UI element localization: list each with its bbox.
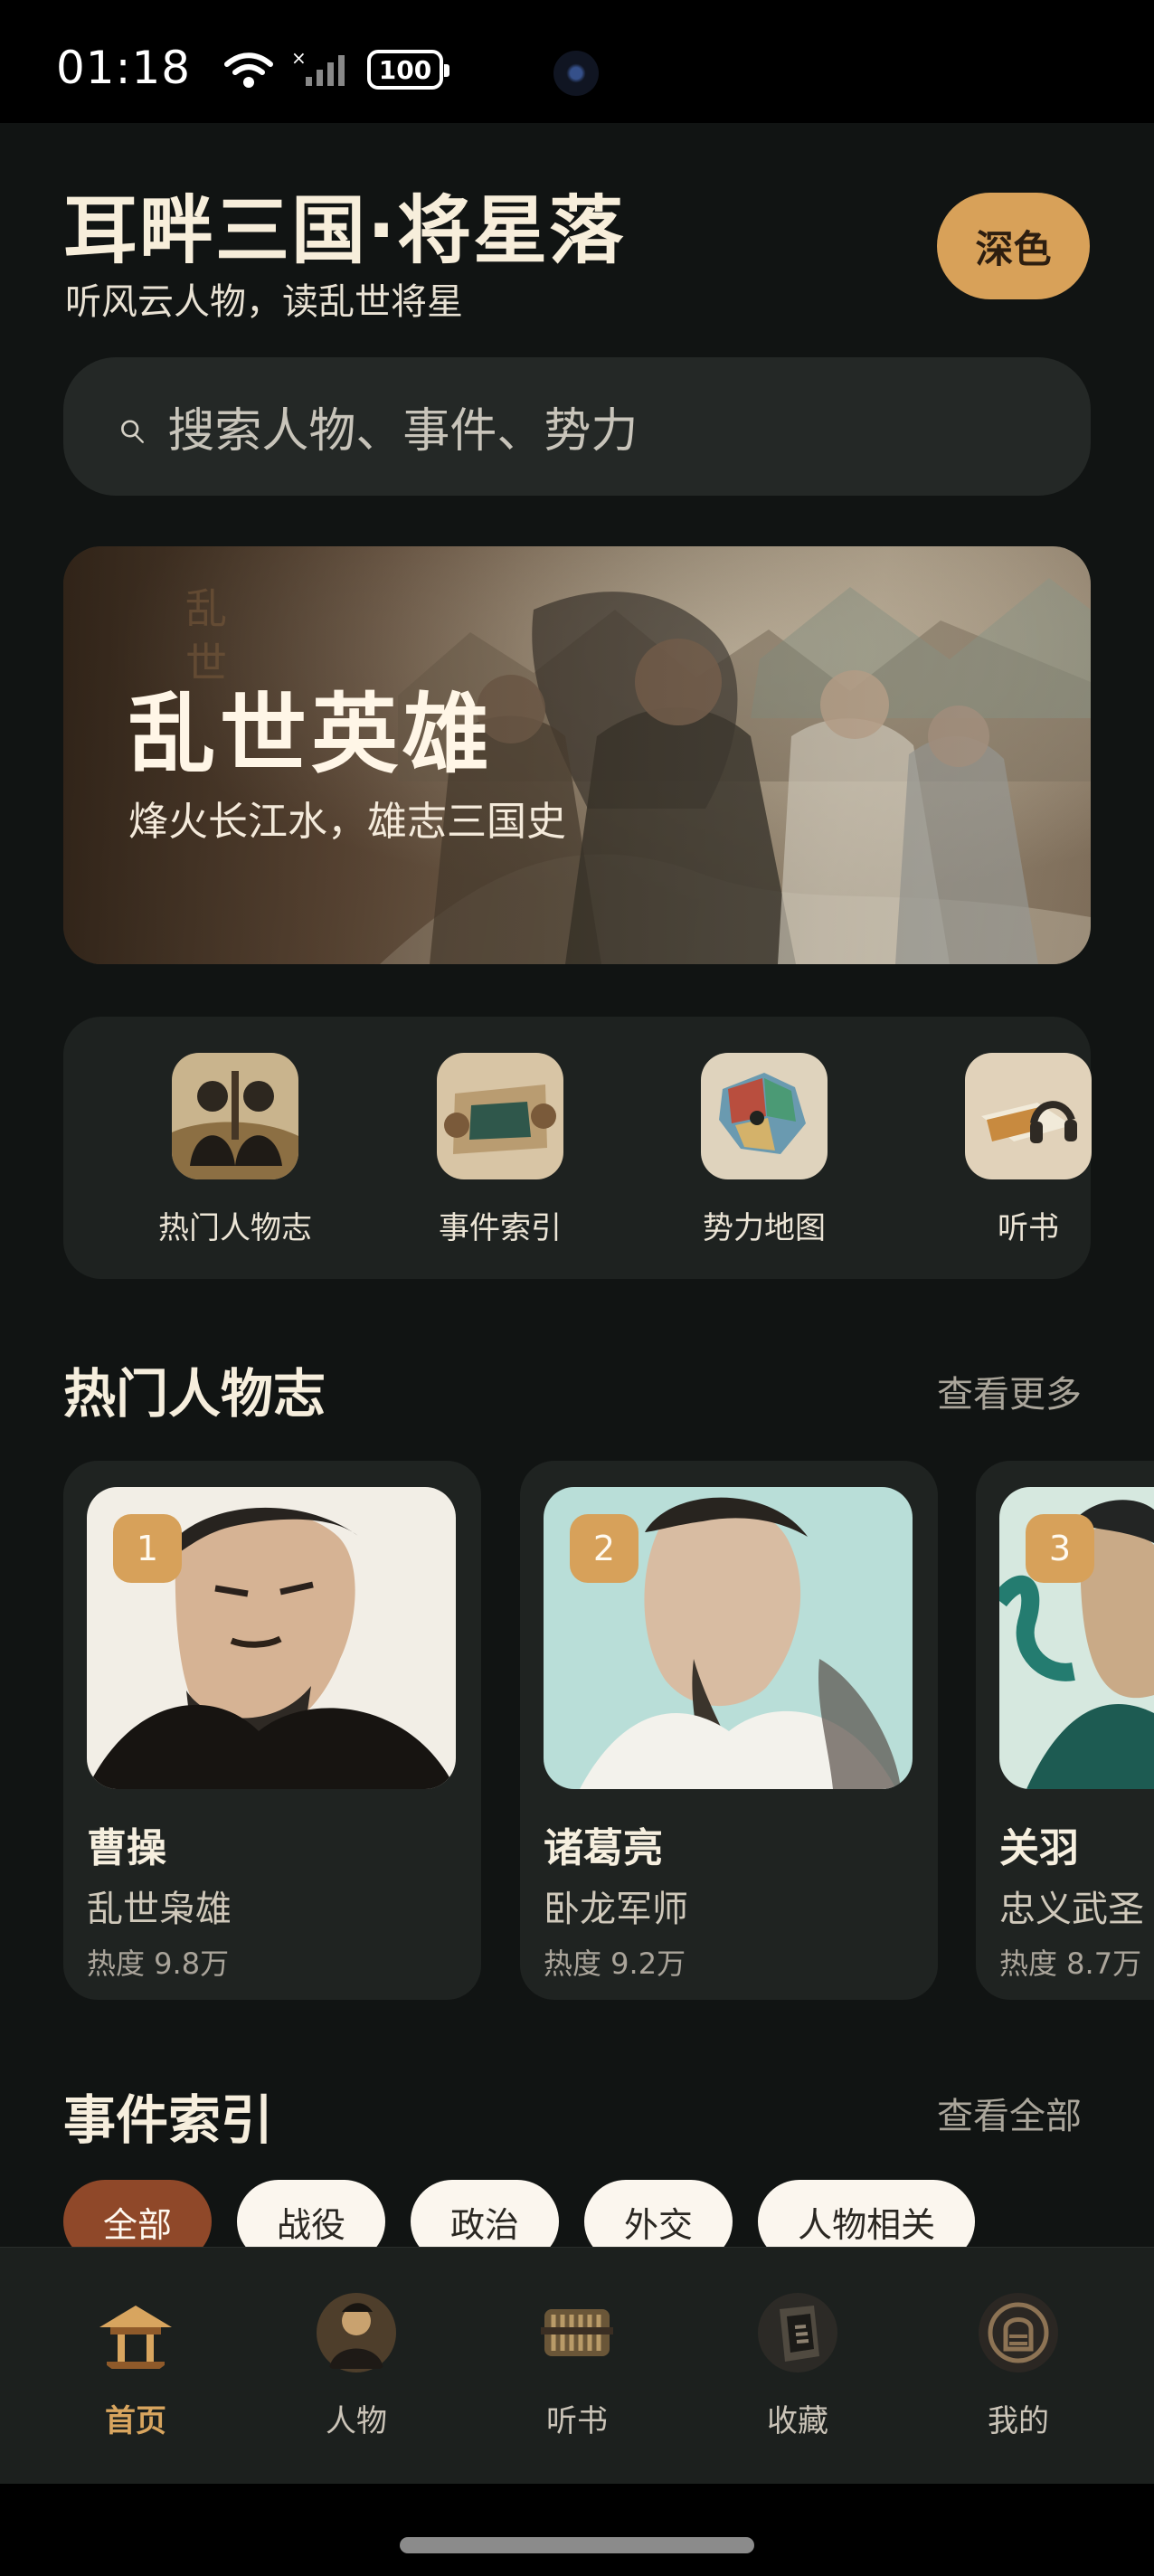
quick-link-event-index[interactable]: 事件索引 — [383, 1053, 618, 1252]
quick-link-label: 事件索引 — [439, 1210, 562, 1246]
pavilion-icon — [92, 2289, 179, 2376]
battery-level: 100 — [378, 54, 432, 85]
person-name: 诸葛亮 — [544, 1825, 663, 1871]
signal-icon: × — [291, 50, 345, 86]
wifi-icon — [224, 52, 273, 88]
hero-title: 乱世英雄 — [128, 684, 494, 785]
nav-people[interactable]: 人物 — [284, 2289, 429, 2443]
person-card-guanyu[interactable]: 3 关羽 忠义武圣 热度 8.7万 — [976, 1461, 1154, 2000]
portrait-duo-icon — [172, 1053, 298, 1179]
nav-label: 人物 — [326, 2403, 387, 2439]
status-icons: × 100 — [222, 47, 449, 92]
scroll-icon — [437, 1053, 563, 1179]
events-view-all-link[interactable]: 查看全部 — [937, 2087, 1082, 2139]
rank-badge: 1 — [113, 1514, 182, 1583]
search-icon: ⌕ — [116, 396, 145, 456]
quick-link-label: 听书 — [998, 1210, 1059, 1246]
quick-link-label: 势力地图 — [703, 1210, 826, 1246]
person-name: 关羽 — [999, 1825, 1079, 1871]
app-title: 耳畔三国·将星落 — [63, 188, 626, 274]
rank-badge: 3 — [1026, 1514, 1094, 1583]
person-name: 曹操 — [87, 1825, 166, 1871]
quick-link-label: 热门人物志 — [158, 1210, 312, 1246]
seal-profile-icon — [975, 2289, 1062, 2376]
system-navigation-bar — [0, 2484, 1154, 2576]
person-heat: 热度 8.7万 — [999, 1946, 1142, 1981]
battery-indicator: 100 — [367, 50, 449, 90]
hero-art-text-1: 乱 — [185, 584, 227, 633]
headphones-book-icon — [965, 1053, 1092, 1179]
person-title: 卧龙军师 — [544, 1889, 688, 1930]
nav-label: 我的 — [988, 2403, 1049, 2439]
popular-section-title: 热门人物志 — [63, 1363, 326, 1425]
bottom-navigation: 首页 人物 听书 收藏 我的 — [0, 2247, 1154, 2484]
search-input[interactable]: ⌕ 搜索人物、事件、势力 — [63, 357, 1091, 496]
nav-home[interactable]: 首页 — [63, 2289, 208, 2443]
svg-text:×: × — [291, 50, 307, 69]
nav-profile[interactable]: 我的 — [946, 2289, 1091, 2443]
nav-collection[interactable]: 收藏 — [725, 2289, 870, 2443]
status-bar: 01:18 × 100 — [0, 0, 1154, 123]
person-card-zhugeliang[interactable]: 2 诸葛亮 卧龙军师 热度 9.2万 — [520, 1461, 938, 2000]
nav-label: 收藏 — [767, 2403, 828, 2439]
rank-badge: 2 — [570, 1514, 638, 1583]
nav-label: 首页 — [105, 2403, 166, 2439]
map-icon — [701, 1053, 828, 1179]
search-placeholder: 搜索人物、事件、势力 — [167, 404, 638, 459]
person-heat: 热度 9.8万 — [87, 1946, 230, 1981]
front-camera — [553, 51, 599, 96]
nav-audiobook[interactable]: 听书 — [505, 2289, 649, 2443]
app-subtitle: 听风云人物，读乱世将星 — [65, 281, 463, 323]
status-time: 01:18 — [56, 42, 192, 94]
person-title: 乱世枭雄 — [87, 1889, 232, 1930]
popular-view-more-link[interactable]: 查看更多 — [937, 1365, 1082, 1417]
person-heat: 热度 9.2万 — [544, 1946, 686, 1981]
quick-link-power-map[interactable]: 势力地图 — [647, 1053, 882, 1252]
bamboo-book-icon — [534, 2289, 620, 2376]
events-section-title: 事件索引 — [63, 2089, 274, 2151]
hero-subtitle: 烽火长江水，雄志三国史 — [128, 799, 566, 845]
person-card-caocao[interactable]: 1 曹操 乱世枭雄 热度 9.8万 — [63, 1461, 481, 2000]
person-icon — [313, 2289, 400, 2376]
person-title: 忠义武圣 — [999, 1889, 1144, 1930]
home-indicator[interactable] — [400, 2537, 754, 2553]
hero-banner[interactable]: 乱 世 乱世英雄 烽火长江水，雄志三国史 — [63, 546, 1091, 964]
nav-label: 听书 — [546, 2403, 608, 2439]
collection-book-icon — [754, 2289, 841, 2376]
quick-links-panel: 热门人物志 事件索引 势力地图 听书 — [63, 1017, 1092, 1279]
quick-link-audiobook[interactable]: 听书 — [911, 1053, 1146, 1252]
quick-link-popular-people[interactable]: 热门人物志 — [118, 1053, 353, 1252]
theme-toggle-button[interactable]: 深色 — [937, 193, 1090, 299]
